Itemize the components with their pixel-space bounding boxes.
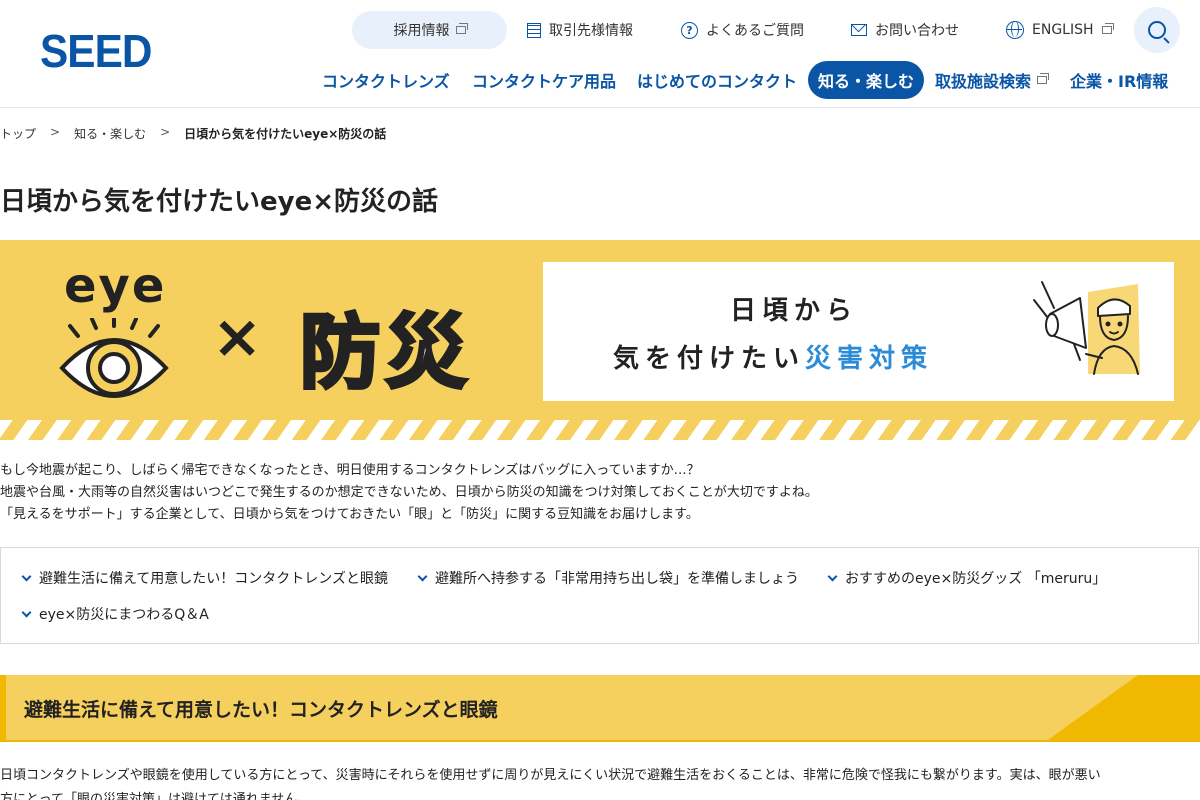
breadcrumb-current: 日頃から気を付けたいeye×防災の話 xyxy=(184,127,387,141)
page-title: 日頃から気を付けたいeye×防災の話 xyxy=(0,187,439,217)
hero-card-line2: 気を付けたい災害対策 xyxy=(613,338,933,375)
external-link-icon xyxy=(1037,73,1050,84)
hero-card: 日頃から 気を付けたい災害対策 xyxy=(543,262,1174,401)
eye-illustration-icon xyxy=(59,318,169,398)
intro-text: もし今地震が起こり、しばらく帰宅できなくなったとき、明日使用するコンタクトレンズ… xyxy=(0,460,818,526)
recruit-button[interactable]: 採用情報 xyxy=(352,11,507,49)
section-paragraph: 日頃コンタクトレンズや眼鏡を使用している方にとって、災害時にそれらを使用せずに周… xyxy=(0,768,1101,783)
hero-eye-word: eye xyxy=(64,258,167,314)
toc-link-meruru[interactable]: おすすめのeye×防災グッズ 「meruru」 xyxy=(827,568,1107,588)
hero-card-line1: 日頃から xyxy=(730,296,859,326)
toc-link-label: おすすめのeye×防災グッズ 「meruru」 xyxy=(845,571,1107,587)
toc-link-label: eye×防災にまつわるQ＆A xyxy=(39,607,209,623)
contact-label: お問い合わせ xyxy=(875,23,959,39)
question-icon: ? xyxy=(681,21,698,39)
nav-first-contact[interactable]: はじめてのコンタクト xyxy=(637,61,797,99)
contact-link[interactable]: お問い合わせ xyxy=(851,11,959,49)
breadcrumb-separator: > xyxy=(50,125,61,139)
chevron-down-icon xyxy=(827,571,838,581)
search-icon xyxy=(1148,21,1166,39)
building-icon xyxy=(527,22,541,38)
breadcrumb-top[interactable]: トップ xyxy=(0,125,36,142)
toc-link-emergency-bag[interactable]: 避難所へ持参する「非常用持ち出し袋」を準備しましょう xyxy=(417,568,799,588)
hero-times: × xyxy=(212,302,263,372)
recruit-label: 採用情報 xyxy=(393,23,450,39)
globe-icon xyxy=(1006,21,1024,39)
partners-label: 取引先様情報 xyxy=(549,23,633,39)
megaphone-person-icon xyxy=(1033,281,1140,375)
faq-link[interactable]: ? よくあるご質問 xyxy=(681,11,804,49)
hero-banner: eye × 防災 日頃から 気を付けたい災害対策 xyxy=(0,240,1200,440)
utility-nav: 採用情報 取引先様情報 ? よくあるご質問 お問い合わせ ENGLISH xyxy=(0,11,1200,51)
nav-care-products[interactable]: コンタクトケア用品 xyxy=(472,61,616,99)
site-header: SEED 採用情報 取引先様情報 ? よくあるご質問 お問い合わせ ENGLIS… xyxy=(0,0,1200,108)
hero-bousai: 防災 xyxy=(298,304,472,401)
table-of-contents: 避難生活に備えて用意したい！コンタクトレンズと眼鏡 避難所へ持参する「非常用持ち… xyxy=(0,547,1199,644)
faq-label: よくあるご質問 xyxy=(706,23,804,39)
nav-corporate-ir[interactable]: 企業・IR情報 xyxy=(1070,61,1168,99)
intro-paragraph: もし今地震が起こり、しばらく帰宅できなくなったとき、明日使用するコンタクトレンズ… xyxy=(0,463,700,478)
nav-store-search-label: 取扱施設検索 xyxy=(935,72,1032,91)
breadcrumb: トップ > 知る・楽しむ > 日頃から気を付けたいeye×防災の話 xyxy=(0,125,386,142)
partners-link[interactable]: 取引先様情報 xyxy=(527,11,633,49)
chevron-down-icon xyxy=(417,571,428,581)
chevron-down-icon xyxy=(21,607,32,617)
nav-learn-enjoy[interactable]: 知る・楽しむ xyxy=(808,61,925,99)
hero-card-line2-main: 気を付けたい xyxy=(613,344,806,374)
intro-paragraph: 地震や台風・大雨等の自然災害はいつどこで発生するのか想定できないため、日頃から防… xyxy=(0,485,818,500)
external-link-icon xyxy=(455,23,468,34)
section-paragraph: 方にとって「眼の災害対策」は避けては通れません。 xyxy=(0,792,311,800)
hazard-stripes xyxy=(0,420,1200,440)
toc-link-label: 避難所へ持参する「非常用持ち出し袋」を準備しましょう xyxy=(435,571,799,587)
section-heading: 避難生活に備えて用意したい！コンタクトレンズと眼鏡 xyxy=(0,675,1200,742)
section-heading-decoration xyxy=(1045,675,1200,740)
breadcrumb-parent[interactable]: 知る・楽しむ xyxy=(74,125,146,142)
intro-paragraph: 「見えるをサポート」する企業として、日頃から気をつけておきたい「眼」と「防災」に… xyxy=(0,507,699,522)
toc-link-label: 避難生活に備えて用意したい！コンタクトレンズと眼鏡 xyxy=(39,571,389,587)
breadcrumb-separator: > xyxy=(160,125,171,139)
hero-card-line2-accent: 災害対策 xyxy=(805,344,934,374)
section-heading-title: 避難生活に備えて用意したい！コンタクトレンズと眼鏡 xyxy=(24,699,498,721)
english-link[interactable]: ENGLISH xyxy=(1006,11,1114,49)
toc-link-qa[interactable]: eye×防災にまつわるQ＆A xyxy=(21,604,209,624)
main-nav: コンタクトレンズ コンタクトケア用品 はじめてのコンタクト 知る・楽しむ 取扱施… xyxy=(0,61,1200,99)
search-button[interactable] xyxy=(1134,7,1180,53)
mail-icon xyxy=(851,24,867,36)
english-label: ENGLISH xyxy=(1032,22,1094,38)
chevron-down-icon xyxy=(21,571,32,581)
external-link-icon xyxy=(1101,23,1114,34)
nav-contact-lens[interactable]: コンタクトレンズ xyxy=(322,61,450,99)
nav-store-search[interactable]: 取扱施設検索 xyxy=(935,61,1050,99)
section-body: 日頃コンタクトレンズや眼鏡を使用している方にとって、災害時にそれらを使用せずに周… xyxy=(0,764,1200,800)
toc-link-contacts-glasses[interactable]: 避難生活に備えて用意したい！コンタクトレンズと眼鏡 xyxy=(21,568,389,588)
